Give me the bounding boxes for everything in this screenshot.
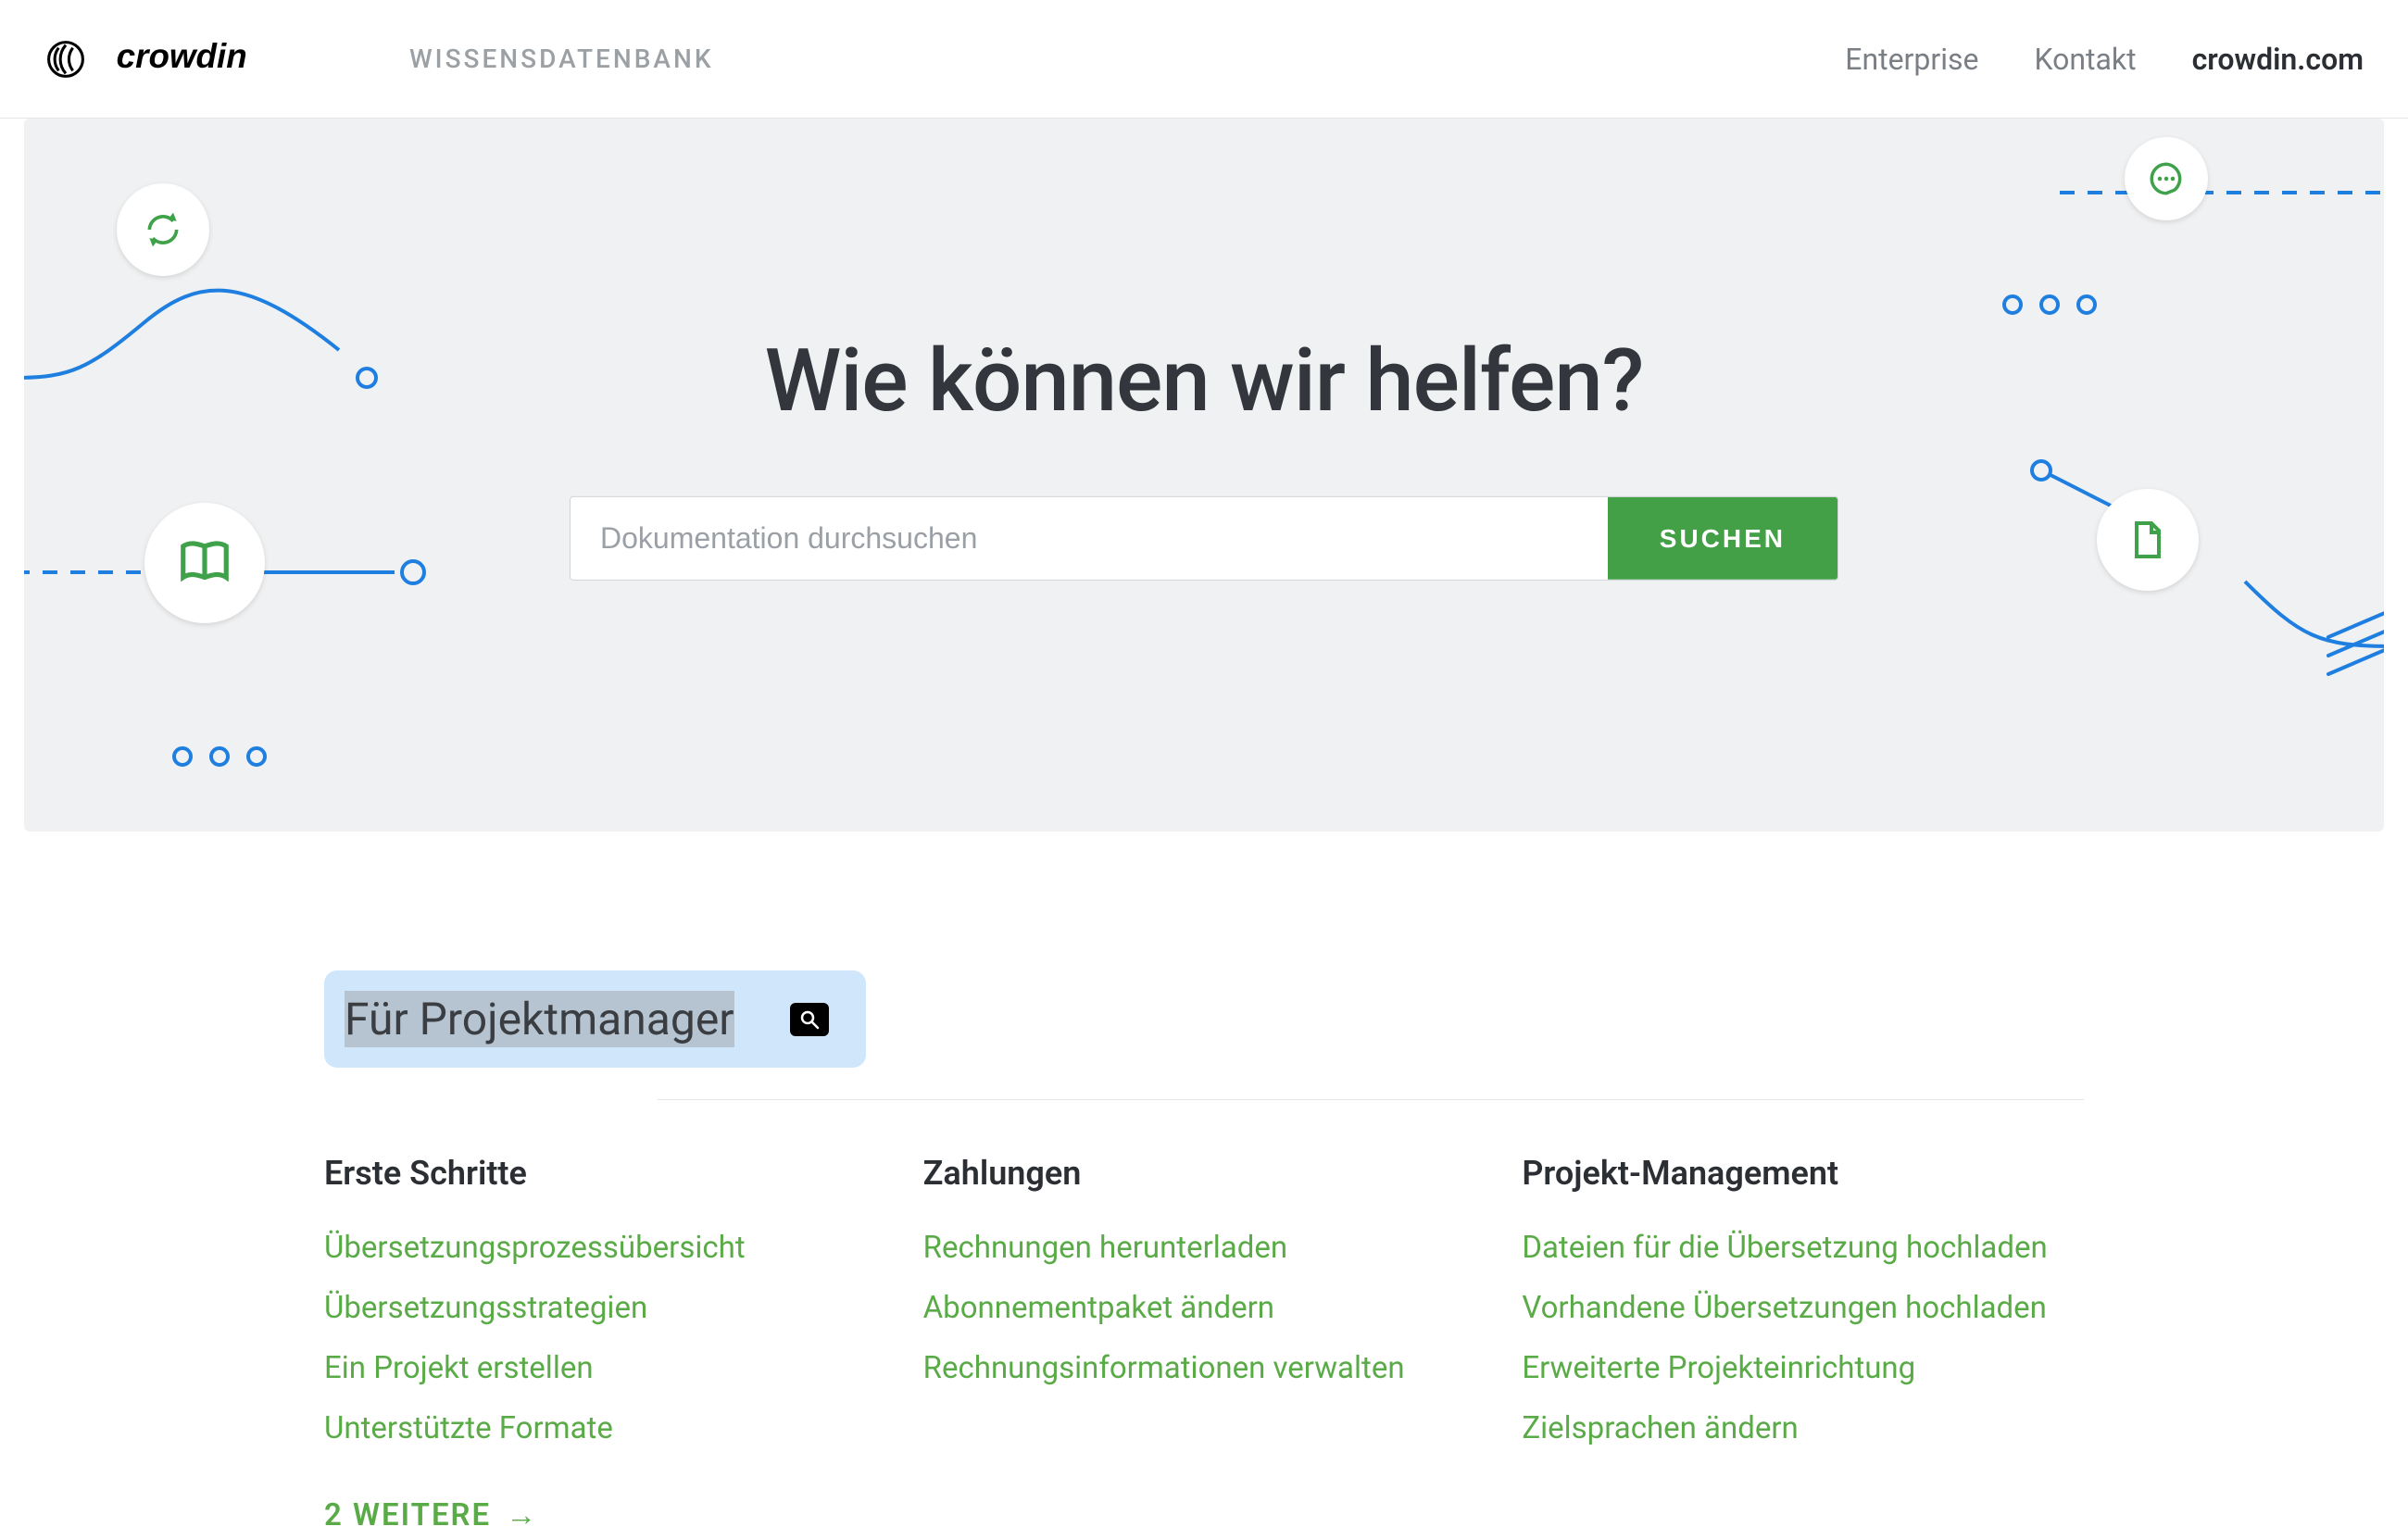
header-left: crowdin WISSENSDATENBANK bbox=[44, 38, 714, 81]
chat-icon bbox=[2147, 159, 2186, 198]
doc-link[interactable]: Rechnungsinformationen verwalten bbox=[923, 1350, 1405, 1386]
doc-link[interactable]: Vorhandene Übersetzungen hochladen bbox=[1522, 1290, 2047, 1326]
nav-kontakt[interactable]: Kontakt bbox=[2034, 42, 2136, 77]
list-item: Rechnungen herunterladen bbox=[923, 1224, 1486, 1271]
columns: Erste Schritte Übersetzungsprozessübersi… bbox=[324, 1154, 2084, 1539]
header: crowdin WISSENSDATENBANK Enterprise Kont… bbox=[0, 0, 2408, 119]
search-input[interactable] bbox=[571, 497, 1608, 580]
doc-link[interactable]: Dateien für die Übersetzung hochladen bbox=[1522, 1230, 2047, 1266]
hero-content: Wie können wir helfen? SUCHEN bbox=[24, 330, 2384, 581]
arrow-right-icon: → bbox=[496, 1497, 538, 1533]
hero-title: Wie können wir helfen? bbox=[24, 330, 2384, 432]
hero-bubble-chat bbox=[2125, 137, 2208, 220]
list-item: Vorhandene Übersetzungen hochladen bbox=[1522, 1284, 2084, 1332]
doc-link[interactable]: Erweiterte Projekteinrichtung bbox=[1522, 1350, 1915, 1386]
column-heading: Erste Schritte bbox=[324, 1154, 886, 1193]
doc-link[interactable]: Zielsprachen ändern bbox=[1522, 1410, 1798, 1446]
header-nav: Enterprise Kontakt crowdin.com bbox=[1845, 42, 2364, 77]
doc-link[interactable]: Abonnementpaket ändern bbox=[923, 1290, 1274, 1326]
column-zahlungen: Zahlungen Rechnungen herunterladen Abonn… bbox=[923, 1154, 1486, 1539]
divider bbox=[658, 1099, 2084, 1100]
nav-enterprise[interactable]: Enterprise bbox=[1845, 42, 1978, 77]
doc-link[interactable]: Übersetzungsprozessübersicht bbox=[324, 1230, 746, 1266]
doc-link[interactable]: Unterstützte Formate bbox=[324, 1410, 613, 1446]
column-heading: Zahlungen bbox=[923, 1154, 1486, 1193]
list-item: Übersetzungsstrategien bbox=[324, 1284, 886, 1332]
list-item: Zielsprachen ändern bbox=[1522, 1405, 2084, 1452]
list-item: Erweiterte Projekteinrichtung bbox=[1522, 1345, 2084, 1392]
hero: Wie können wir helfen? SUCHEN bbox=[24, 119, 2384, 832]
list-item: Abonnementpaket ändern bbox=[923, 1284, 1486, 1332]
search-icon bbox=[798, 1008, 821, 1031]
list-item: Rechnungsinformationen verwalten bbox=[923, 1345, 1486, 1392]
doc-link[interactable]: Übersetzungsstrategien bbox=[324, 1290, 647, 1326]
search-button[interactable]: SUCHEN bbox=[1608, 497, 1837, 580]
svg-text:crowdin: crowdin bbox=[117, 38, 247, 75]
section-heading: Für Projektmanager bbox=[324, 970, 866, 1068]
list-item: Ein Projekt erstellen bbox=[324, 1345, 886, 1392]
header-subtitle: WISSENSDATENBANK bbox=[409, 44, 714, 74]
doc-link[interactable]: Ein Projekt erstellen bbox=[324, 1350, 594, 1386]
refresh-icon bbox=[143, 209, 183, 250]
column-heading: Projekt-Management bbox=[1522, 1154, 2084, 1193]
brand-logo[interactable]: crowdin bbox=[44, 38, 376, 81]
search-box: SUCHEN bbox=[570, 496, 1838, 581]
column-erste-schritte: Erste Schritte Übersetzungsprozessübersi… bbox=[324, 1154, 886, 1539]
hero-bubble-refresh bbox=[117, 183, 209, 276]
nav-crowdin-com[interactable]: crowdin.com bbox=[2192, 42, 2364, 77]
list-item: Dateien für die Übersetzung hochladen bbox=[1522, 1224, 2084, 1271]
hero-dots-left bbox=[172, 746, 267, 767]
section-title: Für Projektmanager bbox=[345, 993, 734, 1045]
hero-dots-right bbox=[2002, 294, 2097, 315]
column-projekt-management: Projekt-Management Dateien für die Übers… bbox=[1522, 1154, 2084, 1539]
list-item: Übersetzungsprozessübersicht bbox=[324, 1224, 886, 1271]
doc-link[interactable]: Rechnungen herunterladen bbox=[923, 1230, 1287, 1266]
list-item: Unterstützte Formate bbox=[324, 1405, 886, 1452]
crowdin-wordmark-icon: crowdin bbox=[98, 38, 376, 81]
section-search-icon-box[interactable] bbox=[790, 1003, 829, 1036]
more-link[interactable]: 2 WEITERE → bbox=[324, 1492, 538, 1539]
content: Für Projektmanager Erste Schritte Überse… bbox=[324, 970, 2084, 1539]
more-label: 2 WEITERE bbox=[324, 1497, 491, 1533]
crowdin-mark-icon bbox=[44, 38, 87, 81]
